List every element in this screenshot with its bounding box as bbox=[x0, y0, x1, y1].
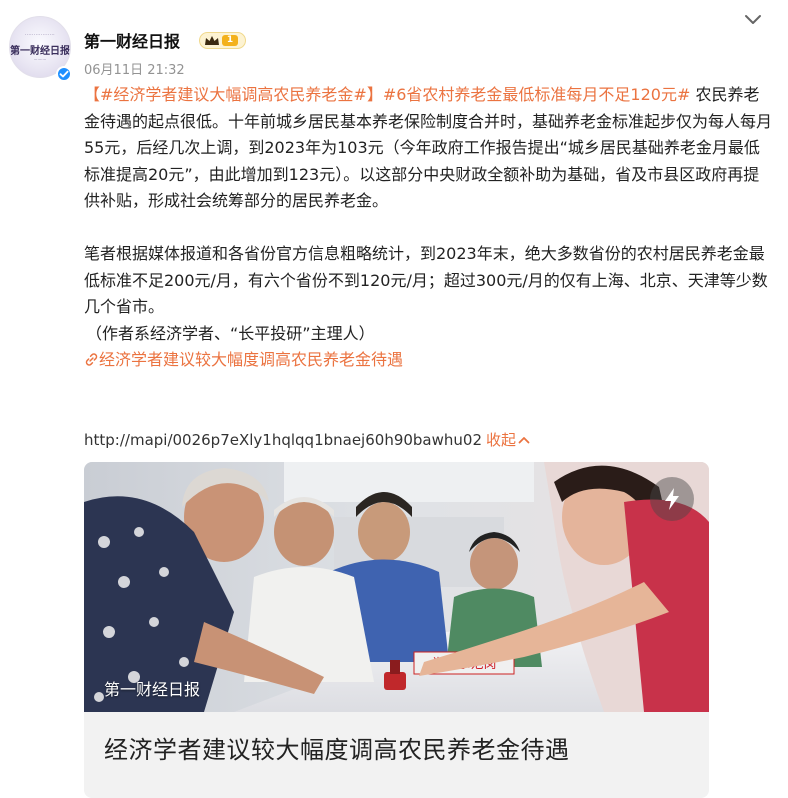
post-paragraph-3: （作者系经济学者、“长平投研”主理人） bbox=[86, 323, 375, 343]
article-link-text: 经济学者建议较大幅度调高农民养老金待遇 bbox=[99, 350, 404, 370]
post-url[interactable]: http://mapi/0026p7eXly1hqlqq1bnaej60h90b… bbox=[84, 431, 482, 449]
level-number: 1 bbox=[222, 35, 238, 46]
avatar-fine-print: ················· bbox=[24, 32, 56, 37]
chevron-up-icon bbox=[518, 437, 530, 444]
hashtag-1[interactable]: 【#经济学者建议大幅调高农民养老金#】 bbox=[84, 85, 383, 104]
avatar-brand-text: 第一财经日报 bbox=[10, 46, 70, 57]
collapse-button[interactable]: 收起 bbox=[486, 431, 530, 449]
verified-badge-icon bbox=[56, 66, 72, 82]
link-icon bbox=[85, 353, 98, 367]
post-body: 【#经济学者建议大幅调高农民养老金#】#6省农村养老金最低标准每月不足120元#… bbox=[84, 82, 774, 374]
post-timestamp[interactable]: 06月11日 21:32 bbox=[84, 59, 185, 78]
collapse-label: 收起 bbox=[486, 431, 517, 449]
hashtag-2[interactable]: #6省农村养老金最低标准每月不足120元# bbox=[383, 85, 691, 104]
crown-icon bbox=[205, 36, 219, 45]
article-photo: 党员示范岗 bbox=[84, 462, 709, 712]
article-link[interactable]: 经济学者建议较大幅度调高农民养老金待遇 bbox=[84, 347, 774, 374]
post-paragraph-1: 【#经济学者建议大幅调高农民养老金#】#6省农村养老金最低标准每月不足120元#… bbox=[84, 82, 774, 215]
photo-source-label: 第一财经日报 bbox=[104, 680, 201, 699]
account-name[interactable]: 第一财经日报 bbox=[84, 28, 180, 52]
article-card-title[interactable]: 经济学者建议较大幅度调高农民养老金待遇 bbox=[104, 730, 570, 765]
flash-icon[interactable] bbox=[650, 477, 694, 521]
avatar-url-text: ·········· bbox=[33, 57, 47, 62]
url-row: http://mapi/0026p7eXly1hqlqq1bnaej60h90b… bbox=[84, 429, 530, 450]
chevron-down-icon[interactable] bbox=[744, 14, 762, 26]
level-badge[interactable]: 1 bbox=[199, 32, 246, 49]
post-paragraph-2: 笔者根据媒体报道和各省份官方信息粗略统计，到2023年末，绝大多数省份的农村居民… bbox=[84, 243, 768, 317]
article-card[interactable]: 党员示范岗 第一财经日报 经济学者建议较大幅度调高农民养老金待遇 bbox=[84, 462, 709, 798]
